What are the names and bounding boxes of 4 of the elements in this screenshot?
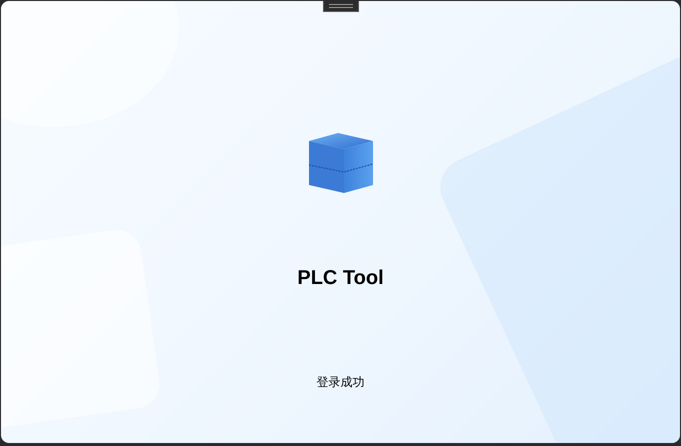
box-icon bbox=[308, 132, 374, 194]
drag-handle[interactable] bbox=[323, 1, 359, 12]
app-title: PLC Tool bbox=[297, 266, 384, 290]
status-message: 登录成功 bbox=[316, 375, 364, 389]
